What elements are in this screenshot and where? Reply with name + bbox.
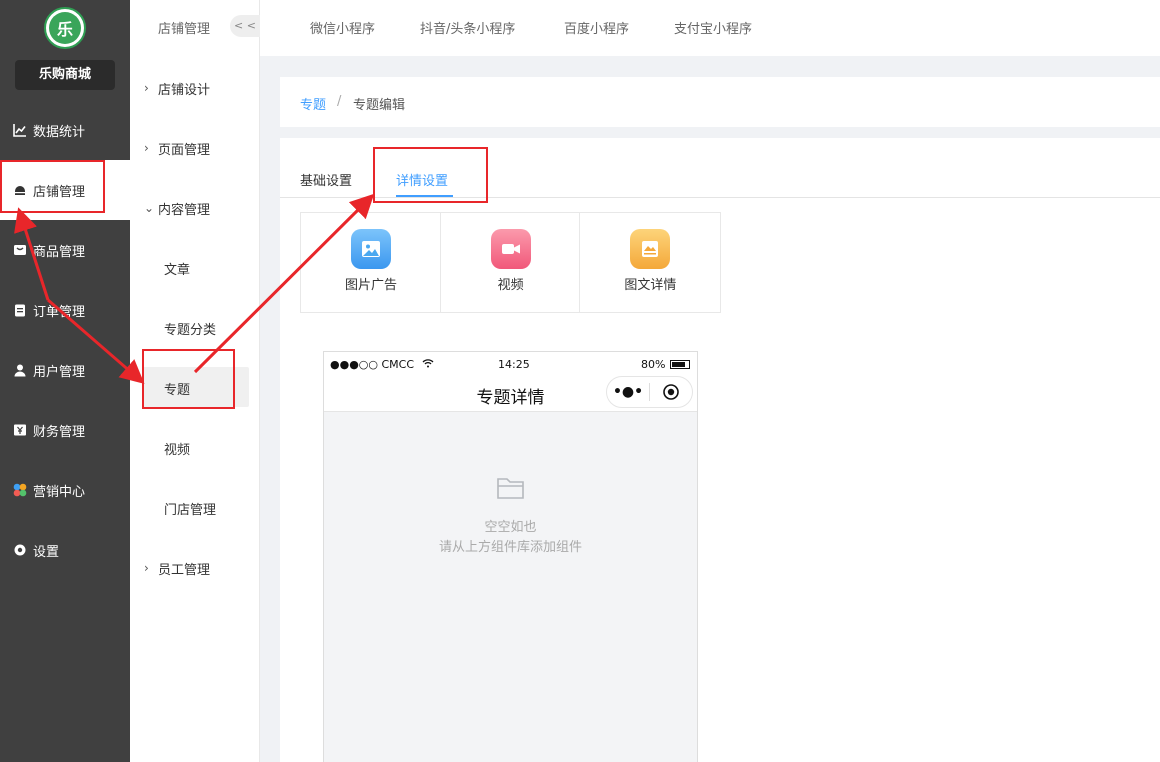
nav-item-label: 财务管理 [33, 424, 86, 440]
phone-header: ●●●○○ CMCC 14:25 80% 专题详情 •●• [324, 352, 697, 412]
component-library: 图片广告 视频 图文详情 [300, 212, 721, 313]
tab-basic-settings[interactable]: 基础设置 [300, 170, 352, 189]
nav-item-users[interactable]: 用户管理 [0, 340, 130, 400]
main-sidebar: 乐 乐购商城 数据统计 店铺管理 商品管理 订单管理 用户管理 财务管理 营销中… [0, 0, 130, 762]
yen-icon [12, 422, 28, 438]
nav-item-label: 商品管理 [33, 244, 86, 260]
chevron-right-icon: › [144, 561, 149, 575]
submenu-item-label: 页面管理 [158, 142, 211, 158]
gear-icon [12, 542, 28, 558]
submenu-item-label: 员工管理 [158, 562, 211, 578]
nav-item-orders[interactable]: 订单管理 [0, 280, 130, 340]
nav-item-marketing[interactable]: 营销中心 [0, 460, 130, 520]
marketing-icon [12, 482, 28, 498]
top-tab-baidu[interactable]: 百度小程序 [564, 18, 629, 37]
top-tab-wechat[interactable]: 微信小程序 [310, 18, 375, 37]
video-icon [490, 229, 531, 269]
nav-item-label: 用户管理 [33, 364, 86, 380]
submenu-title: 店铺管理 [158, 22, 211, 37]
collapse-menu-button[interactable]: < < [230, 15, 260, 37]
picture-text-icon [630, 229, 671, 269]
component-image-ad[interactable]: 图片广告 [301, 213, 441, 312]
submenu-item-label: 专题分类 [164, 322, 217, 338]
phone-signal: ●●●○○ CMCC [330, 358, 434, 371]
nav-item-label: 营销中心 [33, 484, 86, 500]
empty-hint: 请从上方组件库添加组件 [438, 540, 582, 555]
nav-item-label: 订单管理 [33, 304, 86, 320]
submenu-item-content-manage[interactable]: ⌄ 内容管理 [130, 178, 260, 238]
battery-icon [670, 360, 691, 369]
clipboard-icon [12, 302, 28, 318]
phone-battery: 80% [641, 358, 691, 371]
battery-text: 80% [641, 358, 666, 371]
annotation-box-detail-tab [373, 147, 488, 203]
submenu-item-article[interactable]: 文章 [130, 238, 260, 298]
submenu-item-label: 店铺设计 [158, 82, 211, 98]
submenu-item-store-manage[interactable]: 门店管理 [130, 478, 260, 538]
editor-panel: 基础设置 详情设置 图片广告 视频 图文详情 ●●●○○ CMCC 14:25 … [280, 138, 1160, 762]
wifi-icon [422, 358, 434, 371]
top-tabs-bar: 微信小程序 抖音/头条小程序 百度小程序 支付宝小程序 [260, 0, 1160, 56]
goods-icon [12, 242, 28, 258]
annotation-box-store [0, 160, 105, 213]
chevron-right-icon: › [144, 141, 149, 155]
submenu-item-staff-manage[interactable]: › 员工管理 [130, 538, 260, 598]
breadcrumb: 专题 / 专题编辑 [280, 77, 1160, 127]
phone-time: 14:25 [498, 358, 530, 371]
logo-mark: 乐 [49, 12, 81, 44]
shop-name: 乐购商城 [15, 60, 115, 90]
component-video[interactable]: 视频 [441, 213, 581, 312]
nav-item-data-stats[interactable]: 数据统计 [0, 100, 130, 160]
breadcrumb-link-topic[interactable]: 专题 [300, 94, 326, 113]
submenu-item-store-design[interactable]: › 店铺设计 [130, 58, 260, 118]
annotation-box-topic [142, 349, 235, 409]
image-icon [351, 229, 391, 269]
submenu-item-label: 门店管理 [164, 502, 217, 518]
shop-logo[interactable]: 乐 [44, 7, 86, 49]
component-label: 图片广告 [344, 278, 397, 293]
user-icon [12, 362, 28, 378]
breadcrumb-separator: / [337, 94, 342, 109]
nav-item-label: 设置 [33, 544, 60, 560]
breadcrumb-current: 专题编辑 [353, 98, 406, 113]
nav-item-finance[interactable]: 财务管理 [0, 400, 130, 460]
submenu-item-video[interactable]: 视频 [130, 418, 260, 478]
more-dots-icon[interactable]: •●• [607, 384, 649, 400]
submenu-item-page-manage[interactable]: › 页面管理 [130, 118, 260, 178]
component-picture-text[interactable]: 图文详情 [580, 213, 720, 312]
component-label: 图文详情 [624, 278, 677, 293]
chart-line-icon [12, 122, 28, 138]
phone-preview: ●●●○○ CMCC 14:25 80% 专题详情 •●• 空空如也 请从上方组… [323, 351, 698, 762]
top-tab-douyin[interactable]: 抖音/头条小程序 [420, 18, 515, 37]
chevron-right-icon: › [144, 81, 149, 95]
nav-item-settings[interactable]: 设置 [0, 520, 130, 580]
close-target-icon[interactable] [650, 383, 692, 401]
empty-title: 空空如也 [484, 520, 537, 535]
signal-text: ●●●○○ CMCC [330, 358, 415, 371]
nav-item-label: 数据统计 [33, 124, 86, 140]
chevron-down-icon: ⌄ [144, 201, 155, 215]
empty-folder-icon [496, 475, 526, 505]
submenu-item-label: 视频 [164, 442, 191, 458]
miniprogram-capsule: •●• [606, 376, 693, 408]
top-tab-alipay[interactable]: 支付宝小程序 [674, 18, 752, 37]
component-label: 视频 [497, 278, 524, 293]
submenu-item-label: 内容管理 [158, 202, 211, 218]
submenu-item-label: 文章 [164, 262, 191, 278]
nav-item-goods[interactable]: 商品管理 [0, 220, 130, 280]
